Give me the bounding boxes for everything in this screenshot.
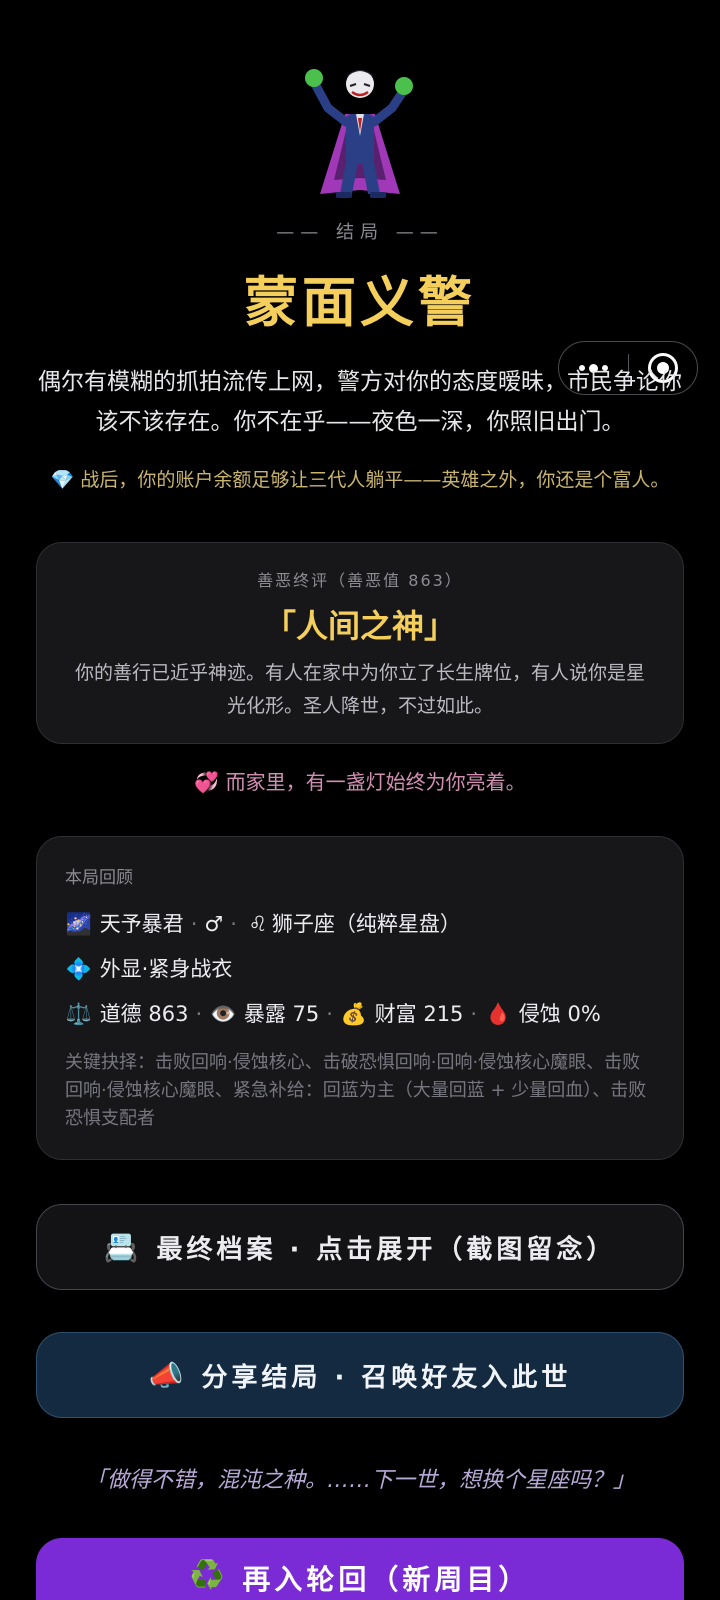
erosion-value: 0% [567,1002,601,1026]
blood-drop-icon: 🩸 [485,1002,512,1026]
megaphone-icon: 📣 [148,1358,188,1392]
review-card: 本局回顾 🌌 天予暴君 · ♂ · ♌ 狮子座（纯粹星盘） 💠 外显·紧身战衣 ⚖️ 道德… [36,836,684,1160]
money-bag-icon: 💰 [340,1002,368,1026]
scales-icon: ⚖️ [65,1002,93,1026]
stats-row: ⚖️ 道德 863 · 👁️ 暴露 75 · 💰 财富 215 · 🩸 侵蚀 0% [65,992,655,1037]
wealth-value: 215 [423,1002,464,1026]
appearance-row: 💠 外显·紧身战衣 [65,947,655,992]
zodiac: 狮子座（纯粹星盘） [271,912,461,936]
exposure-value: 75 [292,1002,320,1026]
ending-title: 蒙面义警 [244,271,476,334]
review-label: 本局回顾 [65,868,133,888]
wealth-note-text: 战后，你的账户余额足够让三代人躺平——英雄之外，你还是个富人。 [80,469,670,491]
verdict-card: 善恶终评（善恶值 863） 「人间之神」 你的善行已近乎神迹。有人在家中为你立了… [36,542,684,744]
verdict-title: 「人间之神」 [263,607,456,645]
appearance: 外显·紧身战衣 [99,957,233,981]
archive-button[interactable]: 📇 最终档案 · 点击展开（截图留念） [36,1204,684,1290]
rebirth-button-label: 再入轮回（新周目） [242,1563,531,1596]
ending-story: 偶尔有模糊的抓拍流传上网，警方对你的态度暧昧，市民争论你该不该存在。你不在乎——… [38,369,682,435]
id-card-icon: 📇 [103,1230,143,1264]
diamond-icon: 💠 [65,957,93,981]
family-note-text: 而家里，有一盏灯始终为你亮着。 [225,770,526,794]
profile-row: 🌌 天予暴君 · ♂ · ♌ 狮子座（纯粹星盘） [65,902,655,947]
gender: ♂ [204,912,224,936]
galaxy-icon: 🌌 [65,912,93,936]
wealth-note: 💎 战后，你的账户余额足够让三代人躺平——英雄之外，你还是个富人。 [36,466,684,494]
villain-figure-icon [305,69,413,198]
ending-subtitle: —— 结局 —— [276,222,444,243]
morality-label: 道德 [99,1002,142,1026]
key-choices: 关键抉择：击败回响·侵蚀核心、击破恐惧回响·回响·侵蚀核心魔眼、击败回响·侵蚀核… [65,1052,647,1129]
eye-icon: 👁️ [210,1002,237,1026]
closing-quote: 「做得不错，混沌之种。……下一世，想换个星座吗？」 [84,1468,635,1493]
verdict-description: 你的善行已近乎神迹。有人在家中为你立了长生牌位，有人说你是星光化形。圣人降世，不… [74,662,645,717]
verdict-label: 善恶终评（善恶值 863） [257,571,463,590]
gem-icon: 💎 [50,469,75,491]
share-button[interactable]: 📣 分享结局 · 召唤好友入此世 [36,1332,684,1418]
morality-value: 863 [148,1002,189,1026]
heart-icon: 💞 [194,770,220,794]
wealth-label: 财富 [374,1002,417,1026]
erosion-label: 侵蚀 [518,1002,561,1026]
recycle-icon: ♻️ [189,1558,229,1591]
rebirth-button[interactable]: ♻️ 再入轮回（新周目） [36,1538,684,1600]
family-note: 💞 而家里，有一盏灯始终为你亮着。 [0,766,720,795]
ending-page: —— 结局 —— 蒙面义警 偶尔有模糊的抓拍流传上网，警方对你的态度暧昧，市民争… [0,0,720,1600]
leo-icon: ♌ [248,912,268,936]
share-button-label: 分享结局 · 召唤好友入此世 [201,1362,572,1393]
talent: 天予暴君 [99,912,184,936]
archive-button-label: 最终档案 · 点击展开（截图留念） [156,1234,617,1265]
exposure-label: 暴露 [243,1002,286,1026]
